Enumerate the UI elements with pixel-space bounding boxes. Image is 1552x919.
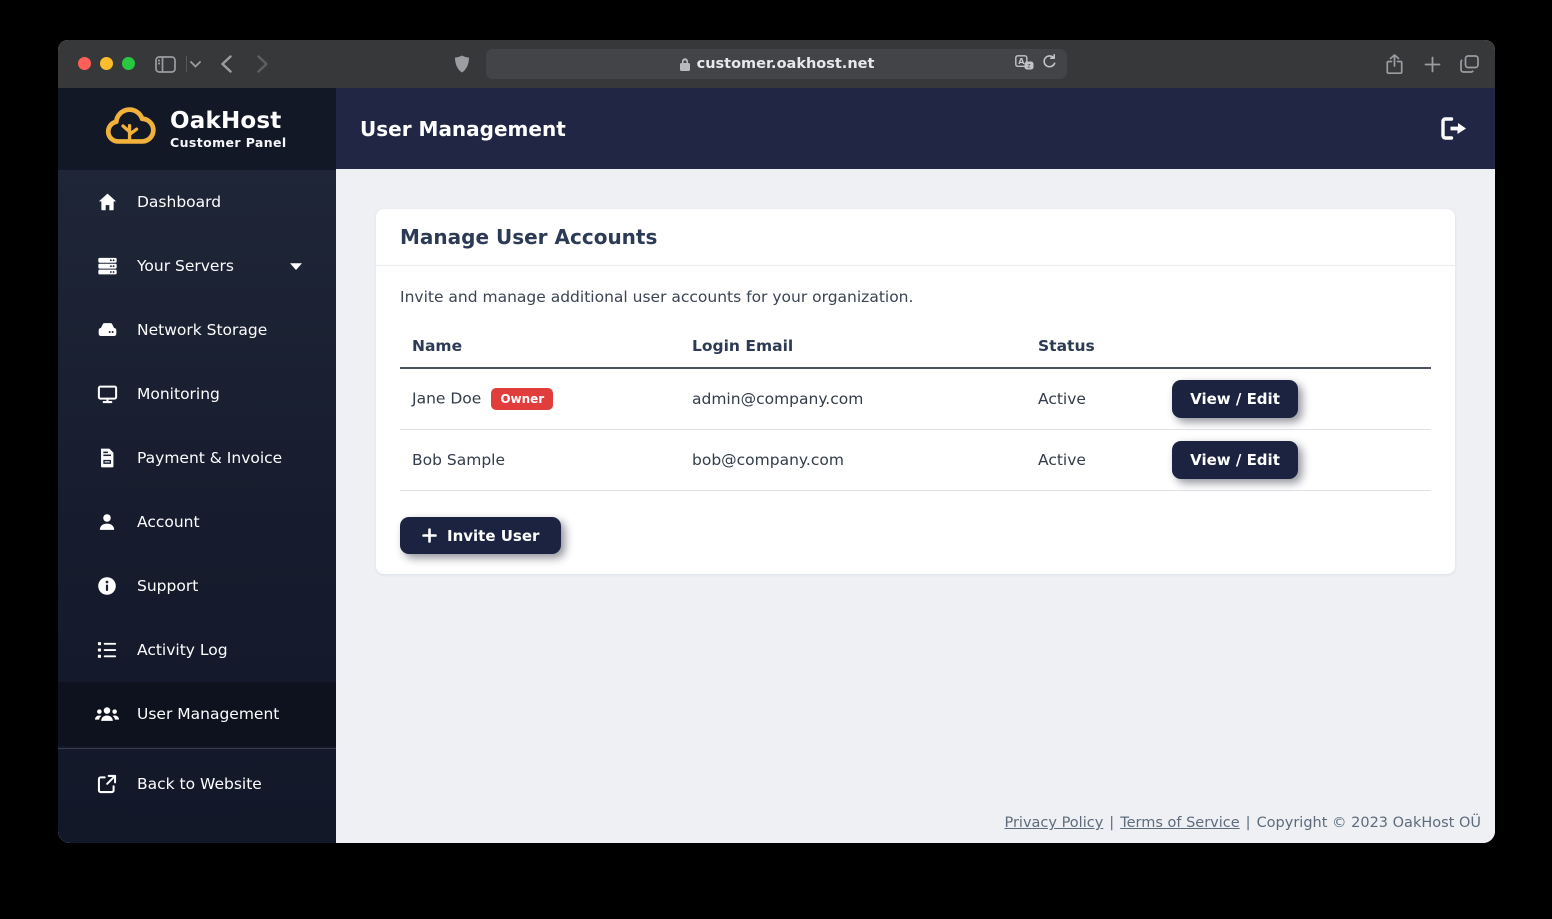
translate-icon[interactable]: Az (1015, 55, 1034, 74)
brand-name: OakHost (170, 109, 287, 133)
sidebar-item-account[interactable]: Account (58, 490, 336, 554)
view-edit-button[interactable]: View / Edit (1172, 441, 1298, 479)
monitor-icon (94, 383, 120, 405)
table-header-row: Name Login Email Status (400, 328, 1431, 368)
oakhost-cloud-logo-icon (102, 104, 158, 154)
column-header-actions (1172, 328, 1431, 368)
table-row: Bob Sample bob@company.com Active View /… (400, 430, 1431, 491)
plus-icon (422, 528, 437, 543)
sign-out-icon (1439, 116, 1469, 141)
lock-icon (679, 57, 691, 72)
table-row: Jane Doe Owner admin@company.com Active V… (400, 368, 1431, 430)
list-icon (94, 640, 120, 660)
sidebar-item-your-servers[interactable]: Your Servers (58, 234, 336, 298)
column-header-login-email: Login Email (692, 328, 1038, 368)
sidebar-item-label: Account (137, 513, 200, 531)
chevron-down-icon[interactable] (184, 40, 206, 88)
footer-separator: | (1246, 815, 1251, 831)
address-bar[interactable]: customer.oakhost.net Az (486, 49, 1067, 79)
sidebar: OakHost Customer Panel Dashboard Your Se… (58, 88, 336, 843)
sidebar-item-label: Monitoring (137, 385, 220, 403)
column-header-status: Status (1038, 328, 1172, 368)
sidebar-item-label: Your Servers (137, 257, 234, 275)
zoom-window-button[interactable] (122, 57, 135, 70)
footer-separator: | (1109, 815, 1114, 831)
shield-privacy-icon[interactable] (450, 40, 474, 88)
legal-footer: Privacy Policy | Terms of Service | Copyrigh… (1004, 815, 1481, 831)
user-icon (94, 511, 120, 533)
card-description: Invite and manage additional user accoun… (400, 288, 1431, 306)
server-icon (94, 255, 120, 277)
sidebar-item-label: Back to Website (137, 775, 262, 793)
new-tab-icon[interactable] (1418, 40, 1446, 88)
url-text: customer.oakhost.net (697, 56, 875, 72)
sidebar-item-label: Activity Log (137, 641, 228, 659)
invite-user-label: Invite User (447, 527, 539, 545)
share-icon[interactable] (1380, 40, 1408, 88)
user-name: Bob Sample (412, 451, 505, 469)
sidebar-item-support[interactable]: Support (58, 554, 336, 618)
status-text: Active (1038, 368, 1172, 430)
logout-button[interactable] (1439, 116, 1469, 141)
home-icon (94, 191, 120, 213)
owner-badge: Owner (491, 388, 553, 410)
user-accounts-table: Name Login Email Status Jane Doe Owner (400, 328, 1431, 491)
card-header: Manage User Accounts (376, 209, 1455, 266)
users-icon (94, 704, 120, 724)
sidebar-item-payment-invoice[interactable]: Payment & Invoice (58, 426, 336, 490)
sidebar-item-activity-log[interactable]: Activity Log (58, 618, 336, 682)
sidebar-item-network-storage[interactable]: Network Storage (58, 298, 336, 362)
brand-logo[interactable]: OakHost Customer Panel (58, 88, 336, 170)
invite-user-button[interactable]: Invite User (400, 517, 561, 554)
browser-toolbar: customer.oakhost.net Az (58, 40, 1495, 88)
caret-down-icon (289, 262, 303, 271)
privacy-policy-link[interactable]: Privacy Policy (1004, 815, 1103, 831)
user-name: Jane Doe (412, 390, 481, 408)
card-title: Manage User Accounts (400, 225, 1431, 249)
sidebar-item-user-management[interactable]: User Management (58, 682, 336, 746)
sidebar-item-label: Network Storage (137, 321, 267, 339)
minimize-window-button[interactable] (100, 57, 113, 70)
sidebar-item-monitoring[interactable]: Monitoring (58, 362, 336, 426)
sidebar-item-back-to-website[interactable]: Back to Website (58, 752, 336, 816)
content-area: Manage User Accounts Invite and manage a… (336, 169, 1495, 843)
sidebar-item-label: Payment & Invoice (137, 449, 282, 467)
user-email: admin@company.com (692, 368, 1038, 430)
info-circle-icon (94, 575, 120, 597)
page-title: User Management (360, 117, 566, 141)
page-header: User Management (336, 88, 1495, 169)
sidebar-item-label: User Management (137, 705, 279, 723)
svg-text:A: A (1018, 57, 1025, 66)
reload-icon[interactable] (1042, 54, 1057, 74)
brand-subtitle: Customer Panel (170, 135, 287, 150)
tab-overview-icon[interactable] (1454, 40, 1484, 88)
terms-of-service-link[interactable]: Terms of Service (1120, 815, 1239, 831)
sidebar-footer: Back to Website (58, 748, 336, 843)
invoice-icon (94, 447, 120, 469)
sidebar-toggle-icon[interactable] (150, 40, 180, 88)
sidebar-item-label: Dashboard (137, 193, 221, 211)
sidebar-item-dashboard[interactable]: Dashboard (58, 170, 336, 234)
column-header-name: Name (400, 328, 692, 368)
user-email: bob@company.com (692, 430, 1038, 491)
forward-icon (248, 40, 276, 88)
sidebar-nav: Dashboard Your Servers Network Storag (58, 170, 336, 748)
storage-drive-icon (94, 319, 120, 341)
sidebar-item-label: Support (137, 577, 198, 595)
close-window-button[interactable] (78, 57, 91, 70)
back-icon[interactable] (212, 40, 240, 88)
svg-text:z: z (1027, 62, 1030, 69)
external-link-icon (94, 773, 120, 795)
view-edit-button[interactable]: View / Edit (1172, 380, 1298, 418)
card-body: Invite and manage additional user accoun… (376, 266, 1455, 574)
copyright-text: Copyright © 2023 OakHost OÜ (1257, 815, 1481, 831)
window-controls (78, 57, 135, 70)
browser-window: customer.oakhost.net Az (58, 40, 1495, 843)
manage-users-card: Manage User Accounts Invite and manage a… (376, 209, 1455, 574)
status-text: Active (1038, 430, 1172, 491)
